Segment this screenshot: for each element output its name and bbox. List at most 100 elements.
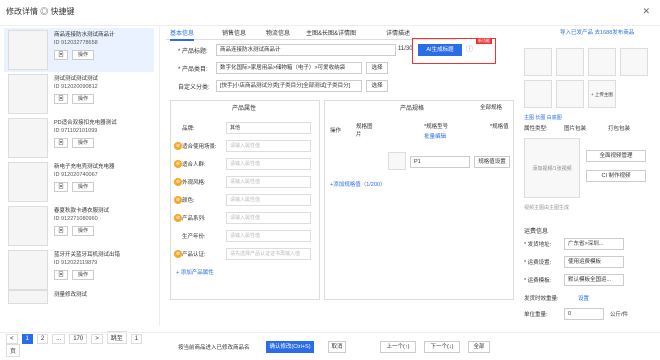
tab-images[interactable]: 主图&长图&详情图 [306, 28, 356, 37]
main-image[interactable] [524, 80, 552, 108]
action-button[interactable]: 操作 [72, 50, 94, 60]
attribute-header: 产品属性 [232, 106, 257, 112]
style-option-2[interactable]: 打包包装 [608, 124, 630, 132]
product-card[interactable]: 新电子充电壳测试充电器 ID 912020740067 回 操作 [4, 160, 154, 204]
spec-col-model: *规格型号 [424, 124, 449, 130]
add-attribute-link[interactable]: + 添加产品属性 [176, 268, 214, 276]
category-input[interactable]: 数字化国际>家居用品>储物箱（电子）>可爱收纳袋 [216, 62, 362, 74]
action-button[interactable]: 操作 [72, 182, 94, 192]
product-list: 商品连接防水测试商品计 ID 912032778658 回 操作 测试测试测试测… [0, 26, 160, 357]
video-manage-button[interactable]: 全面视频管理 [586, 150, 646, 162]
action-button[interactable]: 操作 [72, 226, 94, 236]
attr-brand: 品牌: 其他 [174, 122, 314, 134]
view-button[interactable]: 回 [54, 138, 68, 148]
custom-category-select-button[interactable]: 选择 [366, 80, 388, 92]
attr-label: 颜色: [182, 198, 195, 204]
main-image[interactable] [556, 80, 584, 108]
tab-description[interactable]: 详情描述 [386, 28, 410, 37]
spec-set-button[interactable]: 规格值设置 [474, 156, 510, 168]
bulk-edit-link[interactable]: 批量编辑 [424, 132, 446, 140]
save-button[interactable]: 确认修改(Ctrl+S) [266, 341, 314, 353]
product-thumbnail [8, 250, 48, 290]
attr-input[interactable]: 请输入属性值 [226, 158, 311, 170]
modal-title: 修改详情 ◎ 快捷键 [6, 7, 75, 16]
view-button[interactable]: 回 [54, 94, 68, 104]
main-image[interactable] [620, 48, 648, 76]
weight-set-link[interactable]: 设置 [578, 294, 589, 302]
action-button[interactable]: 操作 [72, 138, 94, 148]
attr-series: ⊕ 产品系列: 请输入属性值 [174, 212, 314, 224]
product-id: ID 971102101099 [54, 128, 98, 134]
spec-image-slot[interactable] [388, 152, 406, 170]
action-button[interactable]: 操作 [72, 94, 94, 104]
view-button[interactable]: 回 [54, 270, 68, 280]
product-card[interactable]: 春夏秋款卡通衣服测试 ID 912271080960 回 操作 [4, 204, 154, 248]
ship-origin-select[interactable]: 广东省>深圳... [564, 238, 624, 250]
spec-panel [324, 100, 514, 300]
title-input[interactable]: 商品连接防水测试商品计 [216, 44, 396, 56]
ship-fee-select[interactable]: 使用运费模板 [564, 256, 624, 268]
attr-input[interactable]: 请输入属性值 [226, 176, 311, 188]
spec-header: 产品规格 [400, 106, 425, 112]
ship-label: * 运费模板: [524, 278, 552, 284]
info-dot-icon: ⊕ [174, 142, 182, 150]
product-name: PD适合双接扣充电器测试 [54, 120, 117, 126]
attr-input[interactable]: 请输入属性值 [226, 194, 311, 206]
main-image[interactable] [556, 48, 584, 76]
product-card[interactable]: 蓝牙开关蓝牙耳机测试出错 ID 912022119879 回 操作 [4, 248, 154, 292]
volume-input[interactable]: 0 [564, 308, 604, 320]
tab-logistics[interactable]: 物流信息 [266, 28, 290, 37]
cancel-button[interactable]: 取消 [328, 341, 346, 353]
volume-label: 单位重量: [524, 312, 548, 318]
apply-button[interactable]: 全部 [468, 341, 490, 353]
view-button[interactable]: 回 [54, 226, 68, 236]
product-id: ID 912020090812 [54, 84, 98, 90]
attr-input[interactable]: 请先选择产品认证证书再输入值 [226, 248, 311, 260]
product-thumbnail [8, 206, 48, 246]
tab-basic[interactable]: 基本信息 [170, 28, 195, 41]
view-button[interactable]: 回 [54, 182, 68, 192]
video-upload[interactable]: 添加视频/1张视频 [524, 138, 580, 198]
custom-category-input[interactable]: [快手]小店商品测试分类[子类目分]全部测试[子类目分] [216, 80, 362, 92]
main-image[interactable] [588, 48, 616, 76]
category-select-button[interactable]: 选择 [366, 62, 388, 74]
all-spec-checkbox[interactable]: 全部规格 [480, 103, 502, 111]
spec-col-action: 操作 [330, 128, 342, 134]
attr-label: 外观风格: [182, 180, 206, 186]
product-card[interactable]: 测试测试测试测试 ID 912020090812 回 操作 [4, 72, 154, 116]
next-button[interactable]: 下一个(↓) [424, 341, 460, 353]
product-card[interactable]: PD适合双接扣充电器测试 ID 971102101099 回 操作 [4, 116, 154, 160]
attr-color: ⊕ 颜色: 请输入属性值 [174, 194, 314, 206]
add-spec-link[interactable]: +添加规格值（1/200） [330, 180, 385, 188]
ship-template-select[interactable]: 默认模板全国运... [564, 274, 624, 286]
category-label: * 产品类目: [178, 67, 208, 73]
product-id: ID 912022119879 [54, 260, 98, 266]
product-thumbnail [8, 30, 48, 70]
attr-brand-select[interactable]: 其他 [226, 122, 311, 134]
attr-scene: ⊕ 适合使用场景: 请输入属性值 [174, 140, 314, 152]
attr-label: 适合使用场景: [182, 144, 217, 150]
footer-checkbox[interactable]: 按当前商品进入已修改商品名 [178, 343, 250, 351]
style-option-1[interactable]: 图片包装 [564, 124, 586, 132]
attr-input[interactable]: 请输入属性值 [226, 230, 311, 242]
product-name: 春夏秋款卡通衣服测试 [54, 208, 110, 214]
spec-col-value: *规格值 [490, 124, 509, 130]
footer-bar: 按当前商品进入已修改商品名 确认修改(Ctrl+S) 取消 上一个(↑) 下一个… [0, 332, 660, 360]
attr-input[interactable]: 请输入属性值 [226, 140, 311, 152]
product-card[interactable]: 商品连接防水测试商品计 ID 912032778658 回 操作 [4, 28, 154, 72]
action-button[interactable]: 操作 [72, 270, 94, 280]
spec-col-image: 规格图片 [356, 124, 373, 138]
video-make-button[interactable]: CI 制作视频 [586, 170, 646, 182]
upload-image-button[interactable]: + 上传主图 [588, 80, 616, 108]
product-card[interactable]: 测量修改测试 [4, 288, 154, 304]
spec-value-input[interactable]: P1 [410, 156, 470, 168]
attr-input[interactable]: 请输入属性值 [226, 212, 311, 224]
custom-category-label: 自定义分类: [178, 85, 210, 91]
view-button[interactable]: 回 [54, 50, 68, 60]
prev-button[interactable]: 上一个(↑) [380, 341, 416, 353]
product-thumbnail [8, 290, 48, 304]
tab-sales[interactable]: 销售信息 [222, 28, 246, 37]
main-image[interactable] [524, 48, 552, 76]
product-id: ID 912271080960 [54, 216, 98, 222]
close-icon[interactable]: ✕ [642, 6, 650, 17]
